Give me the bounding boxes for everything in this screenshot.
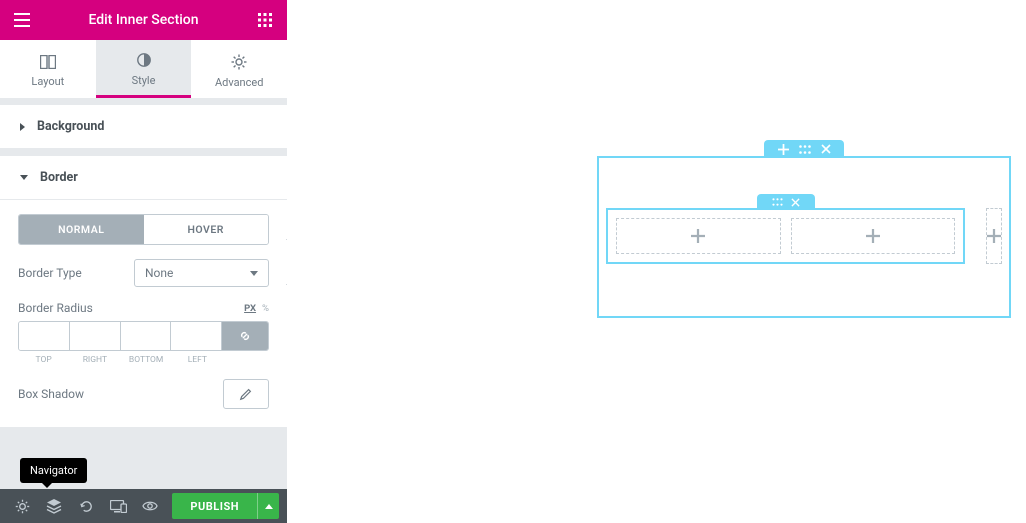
side-left: LEFT: [172, 355, 223, 365]
gear-icon: [15, 499, 30, 514]
grip-icon: [772, 198, 783, 206]
caret-up-icon: [265, 504, 273, 509]
box-shadow-label: Box Shadow: [18, 387, 84, 401]
panel-title: Edit Inner Section: [88, 12, 198, 28]
caret-right-icon: [20, 123, 25, 131]
preview-button[interactable]: [136, 492, 164, 520]
responsive-icon: [110, 500, 127, 513]
publish-options-button[interactable]: [257, 493, 279, 519]
publish-group: PUBLISH: [172, 493, 279, 519]
side-bottom: BOTTOM: [121, 355, 172, 365]
inner-section[interactable]: [606, 208, 965, 264]
section-border-body: NORMAL HOVER Border Type None Border Rad…: [0, 200, 287, 428]
settings-button[interactable]: [8, 492, 36, 520]
menu-icon[interactable]: [12, 10, 32, 30]
radius-bottom-input[interactable]: [121, 322, 172, 350]
unit-px[interactable]: PX: [244, 303, 256, 314]
box-shadow-button[interactable]: [223, 379, 269, 409]
add-section-button[interactable]: [778, 144, 789, 155]
add-widget-column-1[interactable]: [616, 218, 781, 254]
tooltip-navigator: Navigator: [20, 458, 87, 483]
close-icon: [791, 198, 800, 207]
outer-section[interactable]: [597, 156, 1011, 318]
unit-switch[interactable]: PX %: [244, 303, 269, 314]
caret-down-icon: [20, 175, 28, 180]
tab-label: Advanced: [215, 76, 263, 89]
grip-icon: [799, 145, 811, 154]
unit-percent[interactable]: %: [262, 303, 269, 314]
border-type-row: Border Type None: [18, 259, 269, 287]
plus-icon: [691, 229, 705, 243]
outer-section-controls: [764, 140, 844, 158]
layers-icon: [46, 499, 62, 514]
side-right: RIGHT: [69, 355, 120, 365]
close-icon: [821, 144, 831, 154]
canvas[interactable]: [287, 0, 1026, 523]
drag-section-handle[interactable]: [772, 198, 783, 206]
border-type-select[interactable]: None: [134, 259, 269, 287]
layout-icon: [40, 55, 56, 69]
link-icon: [238, 329, 252, 343]
caret-down-icon: [250, 271, 258, 276]
state-toggle: NORMAL HOVER: [18, 214, 269, 245]
add-widget-column-right[interactable]: [986, 208, 1002, 264]
plus-icon: [866, 229, 880, 243]
tab-advanced[interactable]: Advanced: [191, 40, 287, 98]
pencil-icon: [239, 387, 253, 401]
border-radius-inputs: [18, 321, 269, 351]
radius-labels: TOP RIGHT BOTTOM LEFT: [18, 355, 269, 365]
add-widget-column-2[interactable]: [791, 218, 956, 254]
section-border[interactable]: Border: [0, 155, 287, 200]
state-hover[interactable]: HOVER: [144, 215, 269, 244]
panel-header: Edit Inner Section: [0, 0, 287, 40]
history-button[interactable]: [72, 492, 100, 520]
navigator-button[interactable]: [40, 492, 68, 520]
side-top: TOP: [18, 355, 69, 365]
tab-label: Style: [132, 74, 156, 87]
panel-footer: PUBLISH: [0, 489, 287, 523]
section-background[interactable]: Background: [0, 104, 287, 149]
tab-style[interactable]: Style: [96, 40, 192, 98]
gear-icon: [231, 54, 247, 70]
section-label: Border: [40, 170, 78, 185]
responsive-button[interactable]: [104, 492, 132, 520]
border-radius-row: Border Radius PX %: [18, 301, 269, 315]
history-icon: [79, 499, 94, 514]
apps-icon[interactable]: [255, 10, 275, 30]
link-values-button[interactable]: [222, 322, 268, 350]
border-type-label: Border Type: [18, 266, 82, 280]
radius-top-input[interactable]: [19, 322, 70, 350]
inner-section-controls: [757, 194, 815, 210]
publish-button[interactable]: PUBLISH: [172, 493, 257, 519]
eye-icon: [142, 500, 158, 512]
delete-section-button[interactable]: [821, 144, 831, 154]
tab-label: Layout: [31, 75, 64, 88]
border-type-value: None: [145, 266, 173, 280]
border-radius-label: Border Radius: [18, 301, 93, 315]
box-shadow-row: Box Shadow: [18, 379, 269, 409]
editor-panel: Edit Inner Section Layout Style: [0, 0, 287, 523]
section-label: Background: [37, 119, 104, 134]
radius-left-input[interactable]: [171, 322, 222, 350]
style-icon: [136, 52, 152, 68]
plus-icon: [778, 144, 789, 155]
panel-tabs: Layout Style Advanced: [0, 40, 287, 98]
delete-section-button[interactable]: [791, 198, 800, 207]
radius-right-input[interactable]: [70, 322, 121, 350]
inner-columns: [608, 210, 963, 262]
state-normal[interactable]: NORMAL: [19, 215, 144, 244]
tab-layout[interactable]: Layout: [0, 40, 96, 98]
plus-icon: [987, 228, 1001, 244]
drag-section-handle[interactable]: [799, 145, 811, 154]
